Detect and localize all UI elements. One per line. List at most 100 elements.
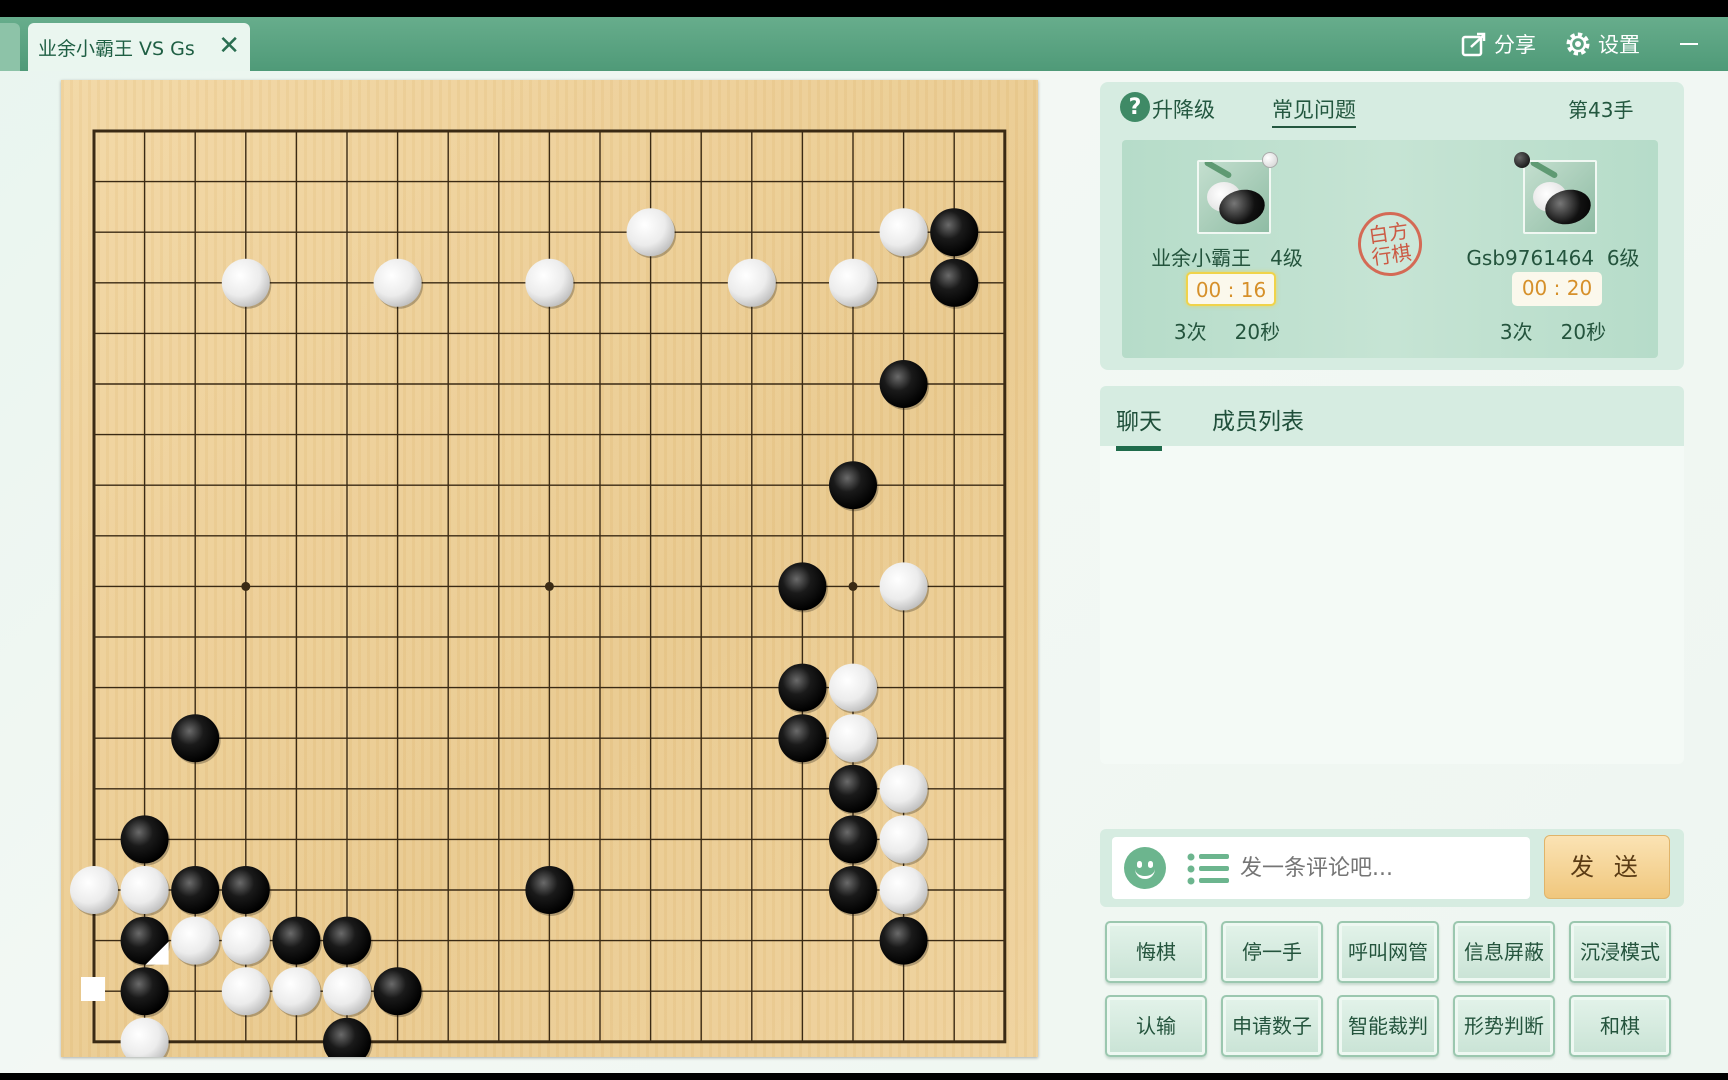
black-stone xyxy=(221,866,270,914)
black-stone xyxy=(373,967,422,1016)
white-stone xyxy=(373,258,422,307)
settings-button[interactable]: 设置 xyxy=(1564,29,1640,59)
black-stone xyxy=(120,967,169,1016)
black-stone xyxy=(778,714,827,763)
emoji-icon[interactable] xyxy=(1124,847,1166,889)
white-stone xyxy=(879,815,928,864)
white-stone xyxy=(829,663,877,712)
close-icon[interactable]: ✕ xyxy=(218,33,240,59)
hidden-tab[interactable] xyxy=(0,23,20,71)
gear-icon xyxy=(1566,32,1590,56)
black-stone xyxy=(323,916,371,965)
black-stone xyxy=(171,866,220,914)
byoyomi-periods: 3次 xyxy=(1499,320,1533,344)
settings-label: 设置 xyxy=(1598,33,1640,57)
avatar[interactable] xyxy=(1197,160,1271,234)
white-stone xyxy=(879,866,928,914)
black-stone xyxy=(778,663,827,712)
star-point xyxy=(241,581,251,591)
avatar[interactable] xyxy=(1523,160,1597,234)
white-stone-icon xyxy=(1262,152,1278,168)
board-grid[interactable] xyxy=(61,80,1038,1057)
turn-stamp-text: 白方 行棋 xyxy=(1366,218,1414,270)
turn-stamp: 白方 行棋 xyxy=(1353,207,1427,281)
white-stone xyxy=(879,764,928,813)
white-stone xyxy=(221,258,270,307)
smart-judge-button[interactable]: 智能裁判 xyxy=(1337,995,1439,1057)
resign-button[interactable]: 认输 xyxy=(1105,995,1207,1057)
black-stone xyxy=(171,714,220,763)
player-white: 业余小霸王 4级 00 : 16 3次 20秒 xyxy=(1122,140,1332,358)
share-icon xyxy=(1461,32,1486,57)
undo-button[interactable]: 悔棋 xyxy=(1105,921,1207,983)
title-bar: 业余小霸王 VS Gs ✕ 分享 设置 xyxy=(0,17,1728,71)
immersive-mode-button[interactable]: 沉浸模式 xyxy=(1569,921,1671,983)
game-tab[interactable]: 业余小霸王 VS Gs ✕ xyxy=(28,23,250,71)
comment-input[interactable] xyxy=(1240,849,1520,887)
white-stone xyxy=(323,967,371,1016)
player-black: Gsb9761464 6级 00 : 20 3次 20秒 xyxy=(1448,140,1658,358)
black-stone xyxy=(930,208,979,257)
black-stone xyxy=(829,866,877,914)
star-point xyxy=(544,581,554,591)
black-stone xyxy=(829,461,877,510)
white-stone xyxy=(171,916,220,965)
help-icon[interactable]: ? xyxy=(1120,92,1150,122)
app-window: 业余小霸王 VS Gs ✕ 分享 设置 ? 升降级 常见问题 第43手 业余小霸… xyxy=(0,17,1728,1073)
comment-bar: 发 送 xyxy=(1100,829,1684,907)
cursor-marker xyxy=(81,977,105,1001)
move-count: 第43手 xyxy=(1568,98,1634,122)
byoyomi-time: 20秒 xyxy=(1234,320,1281,344)
request-count-button[interactable]: 申请数子 xyxy=(1221,995,1323,1057)
white-stone xyxy=(626,208,675,257)
black-stone xyxy=(272,916,321,965)
black-stone xyxy=(879,360,928,408)
pass-button[interactable]: 停一手 xyxy=(1221,921,1323,983)
faq-link[interactable]: 常见问题 xyxy=(1272,94,1356,128)
go-board[interactable] xyxy=(61,80,1038,1057)
chat-tabs: 聊天 成员列表 xyxy=(1100,386,1684,451)
star-point xyxy=(848,581,858,591)
black-stone xyxy=(930,258,979,307)
black-stone xyxy=(829,764,877,813)
white-stone xyxy=(120,1017,169,1057)
byoyomi: 3次 20秒 xyxy=(1122,316,1332,345)
byoyomi: 3次 20秒 xyxy=(1448,316,1658,345)
white-stone xyxy=(829,714,877,763)
upgrade-label[interactable]: 升降级 xyxy=(1152,94,1215,124)
black-stone xyxy=(120,815,169,864)
tab-members[interactable]: 成员列表 xyxy=(1212,402,1304,436)
send-button[interactable]: 发 送 xyxy=(1544,835,1670,899)
player-name: Gsb9761464 6级 xyxy=(1448,242,1658,271)
list-icon[interactable] xyxy=(1186,851,1230,887)
draw-button[interactable]: 和棋 xyxy=(1569,995,1671,1057)
black-stone xyxy=(778,562,827,611)
player-name-text: 业余小霸王 xyxy=(1151,246,1252,270)
position-eval-button[interactable]: 形势判断 xyxy=(1453,995,1555,1057)
white-stone xyxy=(70,866,118,914)
share-button[interactable]: 分享 xyxy=(1460,29,1536,59)
white-stone xyxy=(879,562,928,611)
chat-panel: 聊天 成员列表 xyxy=(1100,386,1684,764)
black-stone xyxy=(829,815,877,864)
black-stone xyxy=(323,1017,371,1057)
player-clock: 00 : 16 xyxy=(1186,272,1276,306)
tab-chat[interactable]: 聊天 xyxy=(1116,402,1162,451)
white-stone xyxy=(829,258,877,307)
player-rank: 6级 xyxy=(1606,246,1640,270)
game-info-panel: ? 升降级 常见问题 第43手 业余小霸王 4级 00 : 16 3次 20秒 xyxy=(1100,82,1684,370)
white-stone xyxy=(879,208,928,257)
call-admin-button[interactable]: 呼叫网管 xyxy=(1337,921,1439,983)
minimize-button[interactable] xyxy=(1680,43,1698,45)
white-stone xyxy=(221,916,270,965)
byoyomi-time: 20秒 xyxy=(1560,320,1607,344)
player-rank: 4级 xyxy=(1270,246,1303,270)
comment-box xyxy=(1112,837,1530,899)
tab-title: 业余小霸王 VS Gs xyxy=(38,37,195,60)
black-stone xyxy=(879,916,928,965)
white-stone xyxy=(272,967,321,1016)
byoyomi-periods: 3次 xyxy=(1173,320,1207,344)
player-name-text: Gsb9761464 xyxy=(1466,246,1595,270)
block-info-button[interactable]: 信息屏蔽 xyxy=(1453,921,1555,983)
white-stone xyxy=(525,258,574,307)
